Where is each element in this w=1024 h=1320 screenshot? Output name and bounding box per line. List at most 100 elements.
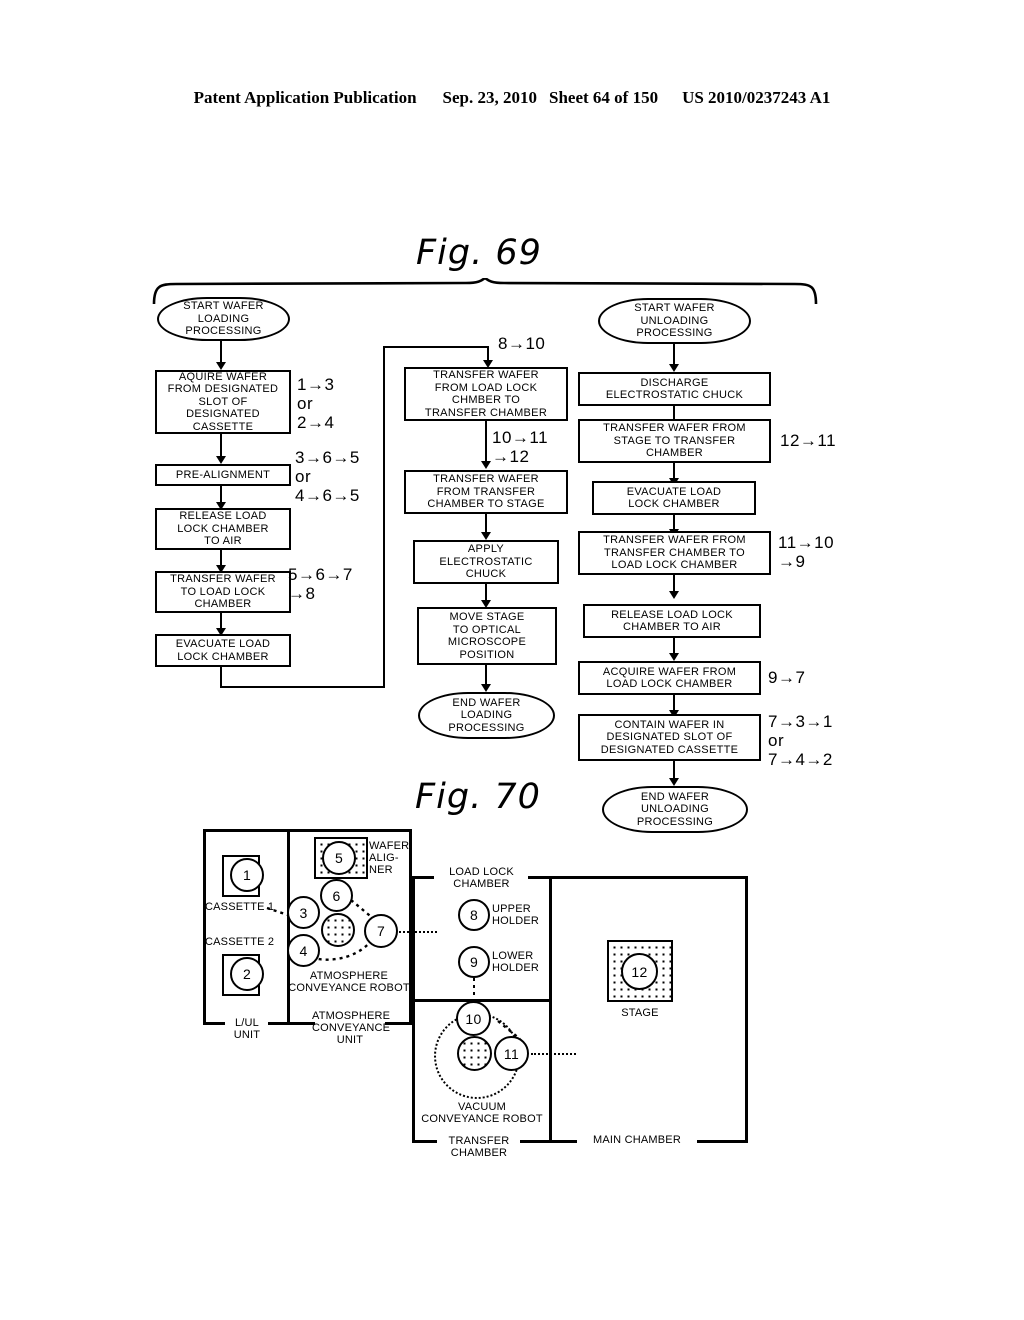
fig69-step-ll-to-transfer-chamber-label: TRANSFER WAFER FROM LOAD LOCK CHMBER TO … — [424, 369, 548, 419]
fig69-step-ll-to-transfer-chamber: TRANSFER WAFER FROM LOAD LOCK CHMBER TO … — [404, 367, 568, 421]
connector — [220, 686, 385, 688]
fig69-start-loading: START WAFER LOADING PROCESSING — [157, 297, 290, 341]
arrow-head — [669, 778, 679, 786]
fig69-annotation-5to6to7: 5→6→7 →8 — [288, 565, 353, 603]
arrow-head — [481, 532, 491, 540]
fig69-step-prealignment-label: PRE-ALIGNMENT — [175, 468, 271, 481]
fig69-step-discharge-echuck-label: DISCHARGE ELECTROSTATIC CHUCK — [605, 376, 744, 402]
header-sheet: Sheet 64 of 150 — [549, 88, 659, 107]
position-12-circle: 12 — [621, 953, 658, 990]
fig69-step-evacuate-ll: EVACUATE LOAD LOCK CHAMBER — [155, 634, 291, 667]
atm-unit-top-edge — [287, 829, 412, 832]
fig69-start-loading-label: START WAFER LOADING PROCESSING — [183, 300, 264, 338]
patent-drawing-page: Patent Application Publication Sep. 23, 2… — [0, 0, 1024, 1320]
position-7-circle: 7 — [364, 914, 398, 948]
position-6-circle: 6 — [320, 879, 353, 912]
position-10-circle: 10 — [456, 1001, 491, 1036]
load-lock-right-edge — [549, 876, 552, 1002]
connector — [383, 346, 385, 688]
fig69-step-transfer-chamber-to-stage-label: TRANSFER WAFER FROM TRANSFER CHAMBER TO … — [427, 473, 545, 511]
fig69-step-transfer-chamber-to-ll-label: TRANSFER WAFER FROM TRANSFER CHAMBER TO … — [603, 534, 746, 572]
atmosphere-conveyance-unit-label: ATMOSPHERE CONVEYANCE UNIT — [312, 1010, 391, 1046]
fig69-annotation-3to6to5: 3→6→5 or 4→6→5 — [295, 448, 360, 505]
fig69-step-release-ll-to-air-label: RELEASE LOAD LOCK CHAMBER TO AIR — [177, 510, 269, 548]
position-1-label: 1 — [242, 867, 252, 883]
atmosphere-conveyance-robot-label: ATMOSPHERE CONVEYANCE ROBOT — [288, 970, 410, 994]
header-docnum: US 2010/0237243 A1 — [682, 88, 831, 107]
arrow-head — [481, 684, 491, 692]
upper-holder-label: UPPER HOLDER — [492, 903, 540, 927]
fig69-step-stage-to-transfer-chamber: TRANSFER WAFER FROM STAGE TO TRANSFER CH… — [578, 419, 771, 463]
position-8-circle: 8 — [458, 899, 490, 931]
transfer-chamber-label: TRANSFER CHAMBER — [448, 1135, 510, 1159]
position-7-to-load-lock-leader — [399, 931, 437, 933]
transfer-chamber-bottom-right-edge — [520, 1140, 552, 1143]
arrow-head — [481, 461, 491, 469]
main-chamber-label: MAIN CHAMBER — [593, 1134, 681, 1146]
position-11-circle: 11 — [494, 1036, 529, 1071]
fig69-step-transfer-chamber-to-ll: TRANSFER WAFER FROM TRANSFER CHAMBER TO … — [578, 531, 771, 575]
position-9-to-10-leader — [473, 978, 475, 1002]
fig69-annotation-12to11: 12→11 — [780, 431, 837, 450]
fig69-step-evacuate-ll-label: EVACUATE LOAD LOCK CHAMBER — [175, 638, 271, 663]
position-5-label: 5 — [334, 850, 344, 866]
main-chamber-right-edge — [745, 876, 748, 1143]
fig69-annotation-1to3: 1→3 or 2→4 — [297, 375, 335, 432]
main-chamber-bottom-right-edge — [697, 1140, 748, 1143]
fig69-step-apply-echuck: APPLY ELECTROSTATIC CHUCK — [413, 540, 559, 584]
fig69-annotation-11to10to9: 11→10 →9 — [778, 533, 835, 571]
fig69-end-unloading: END WAFER UNLOADING PROCESSING — [602, 786, 748, 833]
fig69-step-transfer-chamber-to-stage: TRANSFER WAFER FROM TRANSFER CHAMBER TO … — [404, 470, 568, 514]
load-lock-chamber-label: LOAD LOCK CHAMBER — [449, 866, 514, 890]
position-4-label: 4 — [299, 942, 308, 959]
arrow-head — [669, 653, 679, 661]
position-2-label: 2 — [242, 966, 252, 982]
fig69-step-prealignment: PRE-ALIGNMENT — [155, 464, 291, 486]
load-lock-left-edge — [412, 876, 415, 1002]
fig69-end-loading: END WAFER LOADING PROCESSING — [418, 692, 555, 739]
transfer-chamber-bottom-left-edge — [412, 1140, 437, 1143]
fig69-end-unloading-label: END WAFER UNLOADING PROCESSING — [636, 790, 714, 828]
lul-unit-left-edge — [203, 829, 206, 1025]
position-8-label: 8 — [469, 907, 479, 923]
fig69-step-move-stage: MOVE STAGE TO OPTICAL MICROSCOPE POSITIO… — [417, 607, 557, 665]
fig69-annotation-8to10: 8→10 — [498, 334, 546, 353]
lower-holder-label: LOWER HOLDER — [492, 950, 540, 974]
fig69-step-release-ll-to-air: RELEASE LOAD LOCK CHAMBER TO AIR — [155, 508, 291, 550]
page-header: Patent Application Publication Sep. 23, 2… — [0, 88, 1024, 108]
fig69-step-evacuate-ll-unload-label: EVACUATE LOAD LOCK CHAMBER — [626, 485, 722, 511]
fig69-step-acquire-from-ll-label: ACQUIRE WAFER FROM LOAD LOCK CHAMBER — [602, 665, 737, 691]
fig69-step-move-stage-label: MOVE STAGE TO OPTICAL MICROSCOPE POSITIO… — [447, 611, 527, 661]
fig69-step-acquire-from-ll: ACQUIRE WAFER FROM LOAD LOCK CHAMBER — [578, 661, 761, 695]
arrow-head — [669, 591, 679, 599]
fig69-step-transfer-to-ll-label: TRANSFER WAFER TO LOAD LOCK CHAMBER — [170, 573, 276, 611]
position-3-circle: 3 — [287, 896, 320, 929]
fig69-annotation-7to3to1: 7→3→1 or 7→4→2 — [768, 712, 833, 769]
fig69-step-release-ll-air-unload: RELEASE LOAD LOCK CHAMBER TO AIR — [583, 604, 761, 638]
fig69-title: Fig. 69 — [416, 233, 542, 273]
connector — [220, 341, 222, 364]
connector — [383, 346, 489, 348]
fig69-step-evacuate-ll-unload: EVACUATE LOAD LOCK CHAMBER — [592, 481, 756, 515]
position-7-label: 7 — [376, 923, 386, 939]
stage-label: STAGE — [621, 1007, 659, 1019]
position-4-circle: 4 — [287, 934, 320, 967]
fig69-annotation-9to7: 9→7 — [768, 668, 806, 687]
vacuum-robot-hand — [457, 1036, 492, 1071]
position-9-circle: 9 — [458, 946, 490, 978]
fig69-step-discharge-echuck: DISCHARGE ELECTROSTATIC CHUCK — [578, 372, 771, 406]
connector — [485, 421, 487, 466]
position-11-label: 11 — [503, 1045, 520, 1062]
load-lock-top-left-edge — [412, 876, 434, 879]
wafer-aligner-label: WAFER ALIG- NER — [369, 840, 410, 876]
fig69-start-unloading: START WAFER UNLOADING PROCESSING — [598, 298, 751, 344]
fig69-step-contain-wafer-label: CONTAIN WAFER IN DESIGNATED SLOT OF DESI… — [600, 718, 739, 756]
fig69-step-contain-wafer: CONTAIN WAFER IN DESIGNATED SLOT OF DESI… — [578, 714, 761, 761]
connector — [220, 667, 222, 688]
main-chamber-bottom-left-edge — [552, 1140, 577, 1143]
header-date: Sep. 23, 2010 — [442, 88, 537, 107]
vacuum-conveyance-robot-label: VACUUM CONVEYANCE ROBOT — [421, 1101, 543, 1125]
fig70-title: Fig. 70 — [415, 777, 541, 817]
position-12-label: 12 — [631, 963, 648, 980]
atm-unit-bottom-left-edge — [287, 1022, 315, 1025]
